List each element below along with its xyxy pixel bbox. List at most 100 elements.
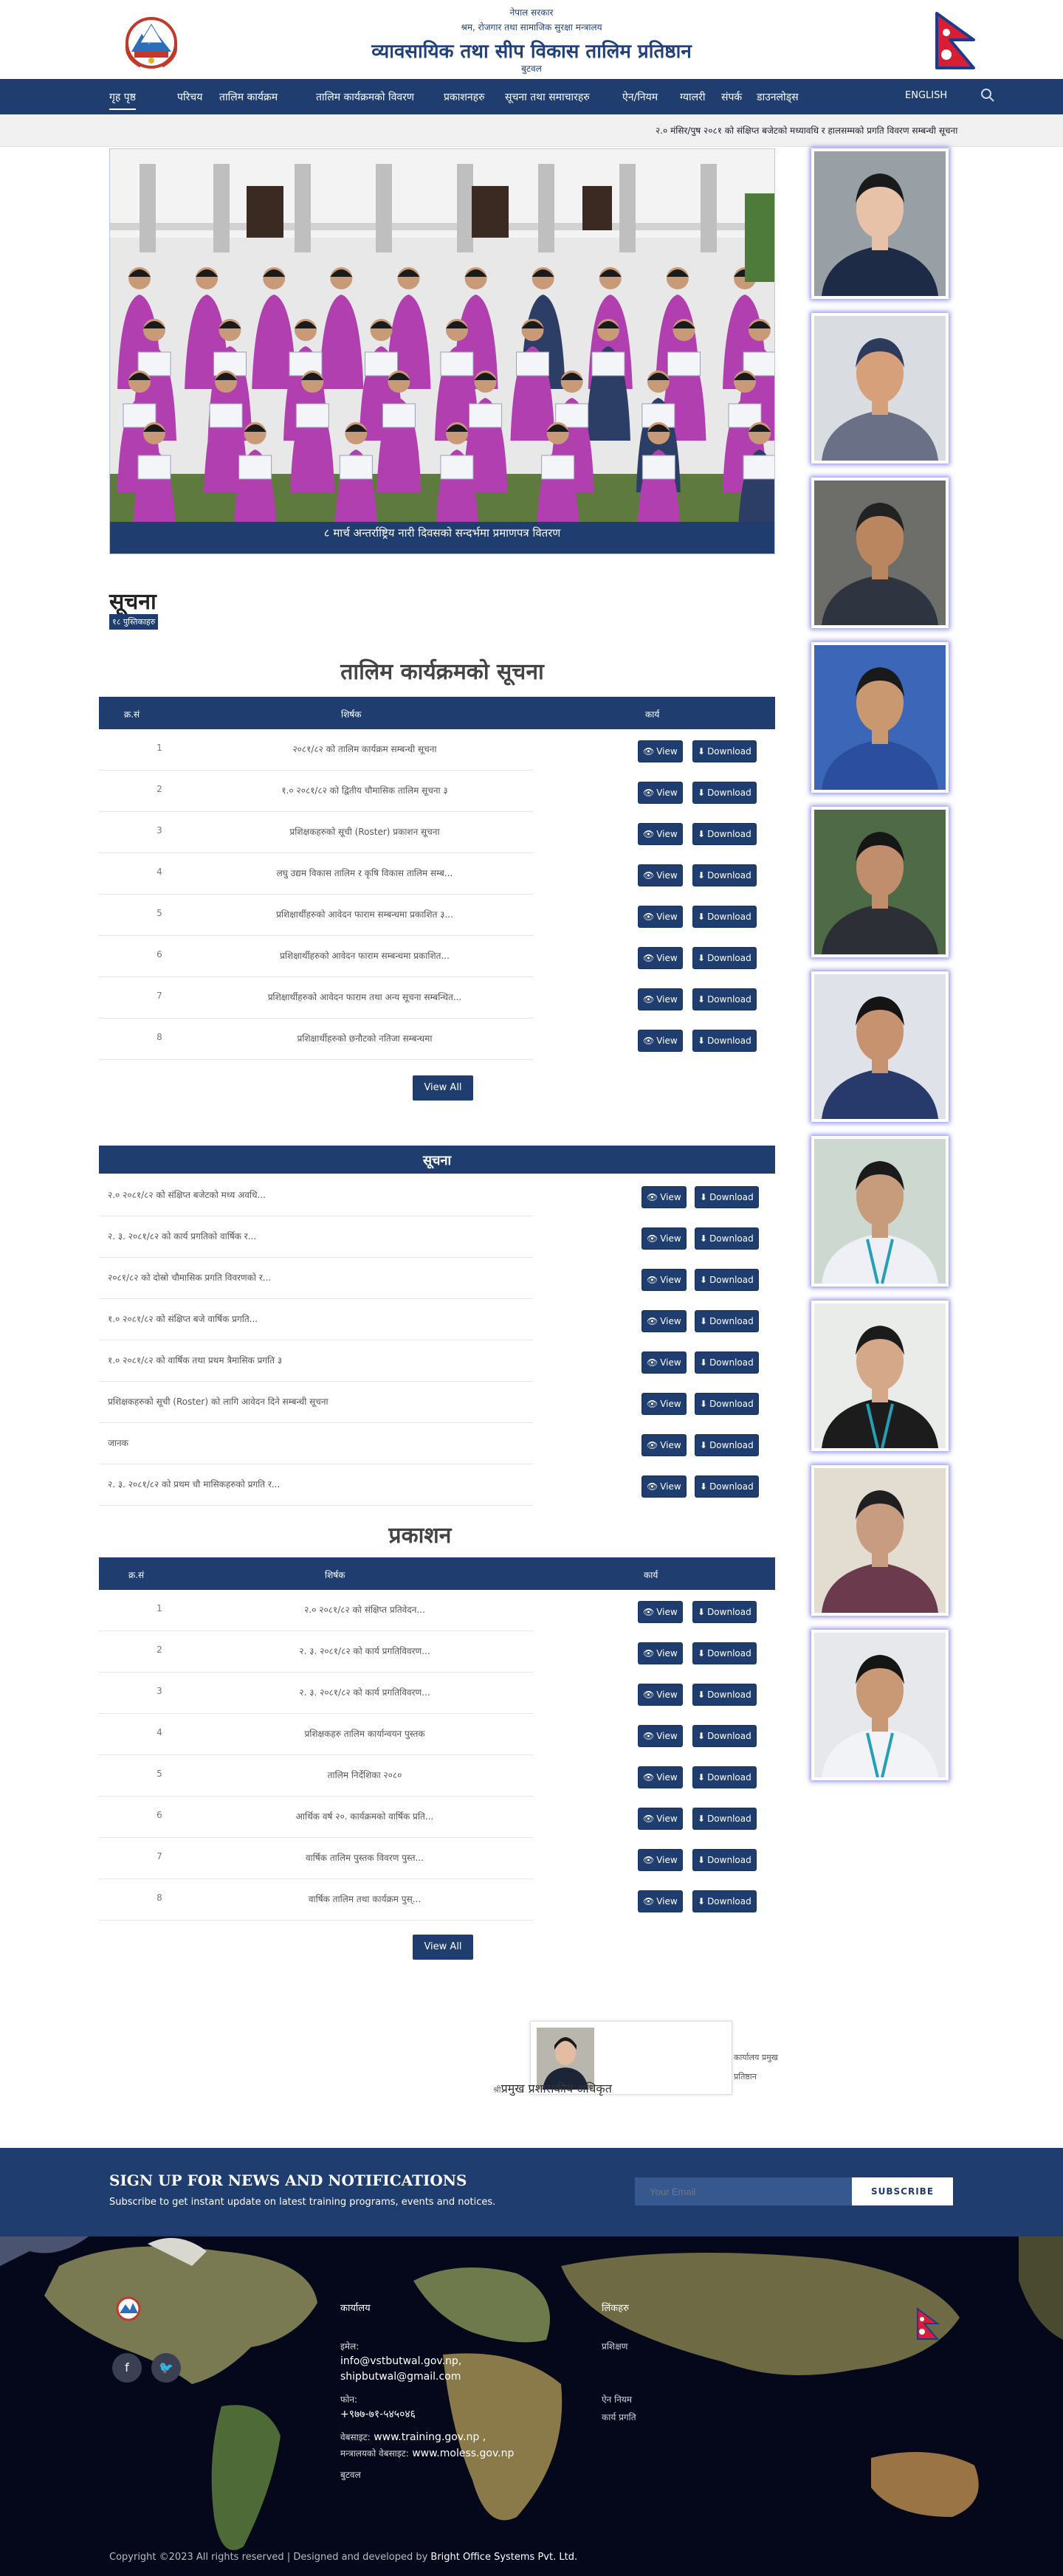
- download-button[interactable]: ⬇ Download: [693, 824, 756, 844]
- view-button[interactable]: 👁 View: [639, 1602, 682, 1622]
- row-title[interactable]: प्रशिक्षार्थीहरुको छनौटको नतिजा सम्बन्धम…: [210, 1032, 520, 1044]
- staff-photo[interactable]: [811, 971, 949, 1122]
- row-title[interactable]: २.० २०८१/८२ को संक्षिप्त बजेटको मध्य अवध…: [108, 1188, 580, 1201]
- view-button[interactable]: 👁 View: [642, 1187, 686, 1208]
- download-button[interactable]: ⬇ Download: [695, 1270, 758, 1290]
- view-button[interactable]: 👁 View: [642, 1352, 686, 1373]
- nav-item-news[interactable]: सूचना तथा समाचारहरु: [505, 90, 590, 104]
- staff-photo[interactable]: [811, 148, 949, 299]
- row-title[interactable]: २. ३. २०८१/८२ को कार्य प्रगतिको वार्षिक …: [108, 1230, 580, 1242]
- row-title[interactable]: प्रशिक्षकहरु तालिम कार्यान्वयन पुस्तक: [210, 1727, 520, 1740]
- footer-link-1[interactable]: प्रशिक्षण: [602, 2340, 627, 2354]
- view-button[interactable]: 👁 View: [642, 1476, 686, 1497]
- programs-view-all-button[interactable]: View All: [413, 1075, 473, 1101]
- staff-photo[interactable]: [811, 1465, 949, 1616]
- footer-email1[interactable]: info@vstbutwal.gov.np,: [340, 2354, 514, 2370]
- row-title[interactable]: प्रशिक्षार्थीहरुको आवेदन फाराम सम्बन्धमा…: [210, 908, 520, 920]
- view-button[interactable]: 👁 View: [639, 1030, 682, 1051]
- subscribe-button[interactable]: SUBSCRIBE: [852, 2177, 953, 2205]
- view-button[interactable]: 👁 View: [639, 1643, 682, 1664]
- download-button[interactable]: ⬇ Download: [693, 1726, 756, 1746]
- staff-photo[interactable]: [811, 478, 949, 628]
- staff-photo[interactable]: [811, 1301, 949, 1451]
- row-title[interactable]: वार्षिक तालिम पुस्तक विवरण पुस्त...: [210, 1851, 520, 1864]
- footer-link-2[interactable]: ऐन नियम: [602, 2393, 632, 2407]
- nav-item-gallery[interactable]: ग्यालरी: [680, 90, 706, 104]
- row-title[interactable]: लघु उद्यम विकास तालिम र कृषि विकास तालिम…: [210, 867, 520, 879]
- download-button[interactable]: ⬇ Download: [693, 1850, 756, 1870]
- row-title[interactable]: २.० २०८१/८२ को संक्षिप्त प्रतिवेदन...: [210, 1603, 520, 1616]
- footer-web2[interactable]: www.moless.gov.np: [412, 2448, 514, 2459]
- ticker-text[interactable]: २.० मंसिर/पुष २०८१ को संक्षिप्त बजेटको म…: [656, 124, 957, 137]
- view-button[interactable]: 👁 View: [639, 1767, 682, 1788]
- footer-link-3[interactable]: कार्य प्रगति: [602, 2411, 636, 2425]
- download-button[interactable]: ⬇ Download: [693, 906, 756, 927]
- facebook-icon[interactable]: f: [112, 2353, 142, 2383]
- row-title[interactable]: २. ३. २०८१/८२ को प्रथम चौ मासिकहरुको प्र…: [108, 1478, 580, 1490]
- download-button[interactable]: ⬇ Download: [693, 1808, 756, 1829]
- download-button[interactable]: ⬇ Download: [693, 948, 756, 968]
- developer-link[interactable]: Bright Office Systems Pvt. Ltd.: [430, 2552, 577, 2563]
- row-title[interactable]: २०८१/८२ को दोस्रो चौमासिक प्रगति विवरणको…: [108, 1271, 580, 1284]
- download-button[interactable]: ⬇ Download: [695, 1435, 758, 1456]
- newsletter-email-input[interactable]: [635, 2177, 852, 2205]
- download-button[interactable]: ⬇ Download: [695, 1187, 758, 1208]
- view-button[interactable]: 👁 View: [642, 1270, 686, 1290]
- twitter-icon[interactable]: 🐦: [151, 2353, 181, 2383]
- row-title[interactable]: आर्थिक वर्ष २०. कार्यक्रमको वार्षिक प्रत…: [210, 1810, 520, 1822]
- download-button[interactable]: ⬇ Download: [695, 1476, 758, 1497]
- download-button[interactable]: ⬇ Download: [693, 989, 756, 1010]
- view-button[interactable]: 👁 View: [639, 824, 682, 844]
- view-button[interactable]: 👁 View: [639, 1850, 682, 1870]
- nav-item-downloads[interactable]: डाउनलोड्स: [757, 90, 799, 104]
- staff-photo[interactable]: [811, 807, 949, 957]
- staff-photo[interactable]: [811, 1136, 949, 1287]
- download-button[interactable]: ⬇ Download: [695, 1228, 758, 1249]
- row-title[interactable]: वार्षिक तालिम तथा कार्यक्रम पुस्...: [210, 1893, 520, 1905]
- download-button[interactable]: ⬇ Download: [693, 1684, 756, 1705]
- row-title[interactable]: १.० २०८१/८२ को द्वितीय चौमासिक तालिम सूच…: [210, 784, 520, 796]
- search-icon[interactable]: [980, 88, 995, 103]
- staff-photo[interactable]: [811, 642, 949, 793]
- view-button[interactable]: 👁 View: [639, 1808, 682, 1829]
- download-button[interactable]: ⬇ Download: [693, 1602, 756, 1622]
- row-title[interactable]: प्रशिक्षकहरुको सूची (Roster) को लागि आवे…: [108, 1395, 580, 1408]
- view-button[interactable]: 👁 View: [642, 1228, 686, 1249]
- view-button[interactable]: 👁 View: [639, 1684, 682, 1705]
- download-button[interactable]: ⬇ Download: [695, 1394, 758, 1414]
- row-title[interactable]: १.० २०८१/८२ को वार्षिक तथा प्रथम त्रैमास…: [108, 1354, 580, 1366]
- footer-web1[interactable]: www.training.gov.np ,: [374, 2431, 486, 2443]
- row-title[interactable]: १.० २०८१/८२ को संक्षिप्त बजे वार्षिक प्र…: [108, 1312, 580, 1325]
- staff-photo[interactable]: [811, 1630, 949, 1780]
- download-button[interactable]: ⬇ Download: [693, 1030, 756, 1051]
- nav-item-publications[interactable]: प्रकाशनहरु: [444, 90, 484, 104]
- row-title[interactable]: प्रशिक्षार्थीहरुको आवेदन फाराम सम्बन्धमा…: [210, 949, 520, 962]
- view-button[interactable]: 👁 View: [642, 1311, 686, 1332]
- view-button[interactable]: 👁 View: [639, 741, 682, 762]
- view-button[interactable]: 👁 View: [639, 948, 682, 968]
- download-button[interactable]: ⬇ Download: [693, 865, 756, 886]
- row-title[interactable]: प्रशिक्षकहरुको सूची (Roster) प्रकाशन सूच…: [210, 825, 520, 838]
- view-button[interactable]: 👁 View: [639, 865, 682, 886]
- row-title[interactable]: जानक: [108, 1436, 580, 1449]
- staff-photo[interactable]: [811, 313, 949, 464]
- notice-tag[interactable]: १८ पुस्तिकाहरु: [109, 614, 159, 630]
- view-button[interactable]: 👁 View: [639, 989, 682, 1010]
- nav-item-home[interactable]: गृह पृष्ठ: [109, 90, 136, 110]
- view-button[interactable]: 👁 View: [639, 1726, 682, 1746]
- language-toggle[interactable]: ENGLISH: [905, 90, 947, 101]
- nav-item-about[interactable]: परिचय: [177, 90, 202, 104]
- view-button[interactable]: 👁 View: [642, 1435, 686, 1456]
- footer-email2[interactable]: shipbutwal@gmail.com: [340, 2369, 514, 2386]
- download-button[interactable]: ⬇ Download: [695, 1311, 758, 1332]
- download-button[interactable]: ⬇ Download: [693, 741, 756, 762]
- download-button[interactable]: ⬇ Download: [693, 1767, 756, 1788]
- view-button[interactable]: 👁 View: [642, 1394, 686, 1414]
- government-emblem-icon[interactable]: [118, 13, 185, 72]
- view-button[interactable]: 👁 View: [639, 906, 682, 927]
- row-title[interactable]: २. ३. २०८१/८२ को कार्य प्रगतिविवरण...: [210, 1645, 520, 1657]
- view-button[interactable]: 👁 View: [639, 782, 682, 803]
- nav-item-acts[interactable]: ऐन/नियम: [622, 90, 658, 104]
- download-button[interactable]: ⬇ Download: [693, 1643, 756, 1664]
- download-button[interactable]: ⬇ Download: [693, 1891, 756, 1912]
